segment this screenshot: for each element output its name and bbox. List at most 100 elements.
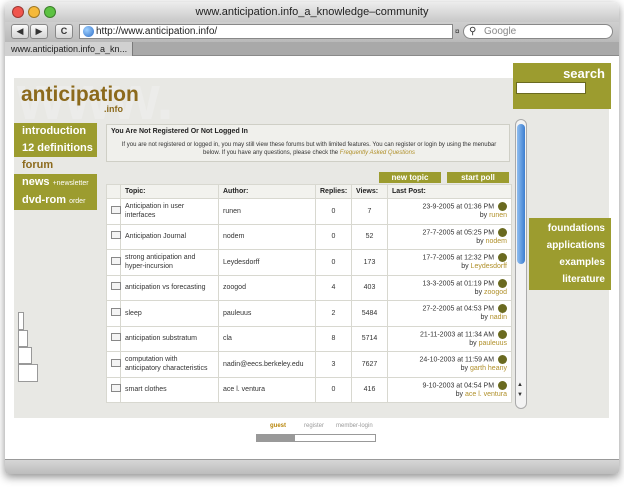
last-post-date: 13-3-2005 at 01:19 PM xyxy=(422,279,495,287)
last-post: 27-2-2005 at 04:53 PM by nadin xyxy=(387,300,512,327)
nav-examples[interactable]: examples xyxy=(529,254,605,271)
table-row[interactable]: Anticipation Journal nodem 0 52 27-7-2005 at… xyxy=(106,223,512,250)
go-to-post-icon[interactable] xyxy=(498,355,507,365)
topic-link[interactable]: anticipation vs forecasting xyxy=(120,274,219,301)
by-prefix: by xyxy=(461,263,469,271)
replies-count: 0 xyxy=(315,376,352,403)
close-window-icon[interactable] xyxy=(12,6,24,18)
active-tab-indicator xyxy=(257,435,295,441)
table-row[interactable]: anticipation substratum cla 8 5714 21-11-200… xyxy=(106,325,512,352)
replies-count: 3 xyxy=(315,351,352,378)
author-link[interactable]: nodem xyxy=(218,223,316,250)
notice-text: If you are not registered or logged in, … xyxy=(121,142,497,156)
last-poster-link[interactable]: zoogod xyxy=(484,289,507,296)
url-menu-icon[interactable]: ¤ xyxy=(455,27,459,36)
go-to-post-icon[interactable] xyxy=(498,304,507,314)
nav-news[interactable]: news +newsletter xyxy=(14,174,97,192)
topic-link[interactable]: Anticipation Journal xyxy=(120,223,219,250)
last-poster-link[interactable]: nodem xyxy=(486,238,507,245)
nav-dvd-rom[interactable]: dvd-rom order xyxy=(14,192,97,210)
go-to-post-icon[interactable] xyxy=(498,227,507,237)
by-prefix: by xyxy=(455,390,464,398)
nav-news-label: news xyxy=(22,176,50,188)
nav-news-sub: +newsletter xyxy=(52,180,89,187)
last-poster-link[interactable]: garth heany xyxy=(470,365,507,372)
window-title: www.anticipation.info_a_knowledge–commun… xyxy=(195,6,429,18)
nav-foundations[interactable]: foundations xyxy=(529,220,605,237)
forum-table: Topic: Author: Replies: Views: Last Post… xyxy=(106,184,512,403)
magnifier-icon: ⚲ xyxy=(469,26,477,37)
last-post-date: 27-7-2005 at 05:25 PM xyxy=(422,228,495,236)
last-post-date: 17-7-2005 at 12:32 PM xyxy=(422,254,495,262)
google-search-field[interactable]: ⚲ Google xyxy=(463,24,613,39)
nav-forum[interactable]: forum xyxy=(14,157,97,174)
author-link[interactable]: pauleuus xyxy=(218,300,316,327)
back-button[interactable]: ◀ xyxy=(11,24,29,39)
go-to-post-icon[interactable] xyxy=(498,202,507,212)
topic-link[interactable]: strong anticipation and hyper-incursion xyxy=(120,249,219,276)
last-poster-link[interactable]: Leydesdorff xyxy=(471,263,507,270)
author-link[interactable]: runen xyxy=(218,198,316,225)
table-row[interactable]: sleep pauleuus 2 5484 27-2-2005 at 04:53 PM … xyxy=(106,300,512,327)
topic-link[interactable]: computation with anticipatory characteri… xyxy=(120,351,219,378)
right-navigation: foundations applications examples litera… xyxy=(529,218,611,290)
search-placeholder: Google xyxy=(484,26,517,37)
faq-link[interactable]: Frequently Asked Questions xyxy=(340,150,415,156)
nav-introduction[interactable]: introduction xyxy=(14,123,97,140)
author-link[interactable]: zoogod xyxy=(218,274,316,301)
table-row[interactable]: Anticipation in user interfaces runen 0 7 23… xyxy=(106,198,512,225)
scroll-up-arrow-icon[interactable]: ▲ xyxy=(517,382,523,388)
site-search-input[interactable] xyxy=(516,82,586,94)
topic-folder-icon xyxy=(106,274,121,301)
table-row[interactable]: computation with anticipatory characteri… xyxy=(106,351,512,378)
register-tab[interactable]: register xyxy=(304,423,324,429)
nav-applications[interactable]: applications xyxy=(529,237,605,254)
author-link[interactable]: nadin@eecs.berkeley.edu xyxy=(218,351,316,378)
notice-title: You Are Not Registered Or Not Logged In xyxy=(111,128,248,135)
last-poster-link[interactable]: nadin xyxy=(490,314,507,321)
address-bar[interactable]: http://www.anticipation.info/ xyxy=(79,24,453,39)
member-login-tab[interactable]: member-login xyxy=(336,423,373,429)
start-poll-button[interactable]: start poll xyxy=(447,172,509,183)
replies-count: 0 xyxy=(315,223,352,250)
reload-button[interactable]: C xyxy=(55,24,73,39)
table-row[interactable]: anticipation vs forecasting zoogod 4 403 13-… xyxy=(106,274,512,301)
minimize-window-icon[interactable] xyxy=(28,6,40,18)
zoom-window-icon[interactable] xyxy=(44,6,56,18)
by-prefix: by xyxy=(460,365,469,373)
page-scrollbar[interactable]: ▲ ▼ xyxy=(515,119,527,409)
browser-tab[interactable]: www.anticipation.info_a_kn... xyxy=(5,42,133,56)
table-header-row: Topic: Author: Replies: Views: Last Post… xyxy=(106,184,512,199)
browser-window: www.anticipation.info_a_knowledge–commun… xyxy=(5,2,619,474)
scroll-down-arrow-icon[interactable]: ▼ xyxy=(517,392,523,398)
new-topic-button[interactable]: new topic xyxy=(379,172,441,183)
topic-link[interactable]: sleep xyxy=(120,300,219,327)
forward-button[interactable]: ▶ xyxy=(30,24,48,39)
by-prefix: by xyxy=(479,212,488,220)
author-link[interactable]: Leydesdorff xyxy=(218,249,316,276)
scrollbar-thumb[interactable] xyxy=(517,124,525,264)
last-poster-link[interactable]: ace l. ventura xyxy=(465,391,507,398)
nav-12-definitions[interactable]: 12 definitions xyxy=(14,140,97,157)
author-link[interactable]: ace l. ventura xyxy=(218,376,316,403)
go-to-post-icon[interactable] xyxy=(498,278,507,288)
last-poster-link[interactable]: runen xyxy=(489,212,507,219)
go-to-post-icon[interactable] xyxy=(498,329,507,339)
left-navigation: introduction 12 definitions forum news +… xyxy=(14,123,97,210)
nav-literature[interactable]: literature xyxy=(529,271,605,288)
author-link[interactable]: cla xyxy=(218,325,316,352)
topic-folder-icon xyxy=(106,351,121,378)
table-row[interactable]: strong anticipation and hyper-incursion L… xyxy=(106,249,512,276)
topic-link[interactable]: Anticipation in user interfaces xyxy=(120,198,219,225)
go-to-post-icon[interactable] xyxy=(498,253,507,263)
last-poster-link[interactable]: pauleuus xyxy=(479,340,507,347)
table-row[interactable]: smart clothes ace l. ventura 0 416 9-10-2003… xyxy=(106,376,512,403)
globe-icon xyxy=(83,26,94,37)
go-to-post-icon[interactable] xyxy=(498,380,507,390)
topic-link[interactable]: smart clothes xyxy=(120,376,219,403)
topic-link[interactable]: anticipation substratum xyxy=(120,325,219,352)
notice-body: If you are not registered or logged in, … xyxy=(113,141,505,157)
guest-tab[interactable]: guest xyxy=(270,423,286,429)
last-post: 17-7-2005 at 12:32 PM by Leydesdorff xyxy=(387,249,512,276)
header-topic: Topic: xyxy=(120,184,219,199)
